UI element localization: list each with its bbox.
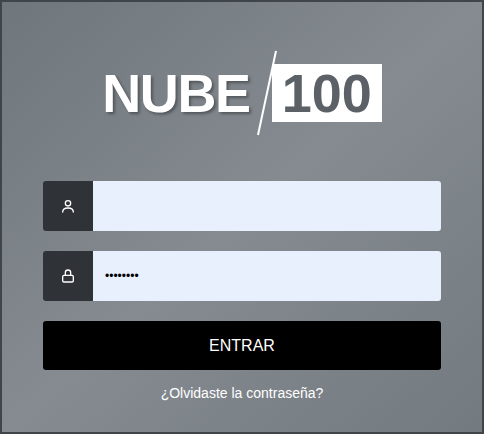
logo-badge: 100 (272, 64, 382, 122)
lock-icon (60, 268, 76, 284)
password-field (43, 251, 441, 301)
username-icon-box (43, 181, 93, 231)
login-screen: NUBE 100 ENTRAR ¿Olvidaste la contraseña? (0, 0, 484, 434)
username-input[interactable] (93, 181, 441, 231)
logo: NUBE 100 (102, 48, 382, 138)
password-input[interactable] (93, 251, 441, 301)
logo-text: NUBE (102, 66, 250, 120)
forgot-password-link[interactable]: ¿Olvidaste la contraseña? (161, 383, 324, 403)
username-field (43, 181, 441, 231)
login-form: ENTRAR (43, 181, 441, 370)
user-icon (60, 198, 76, 214)
password-icon-box (43, 251, 93, 301)
login-button[interactable]: ENTRAR (43, 321, 441, 370)
